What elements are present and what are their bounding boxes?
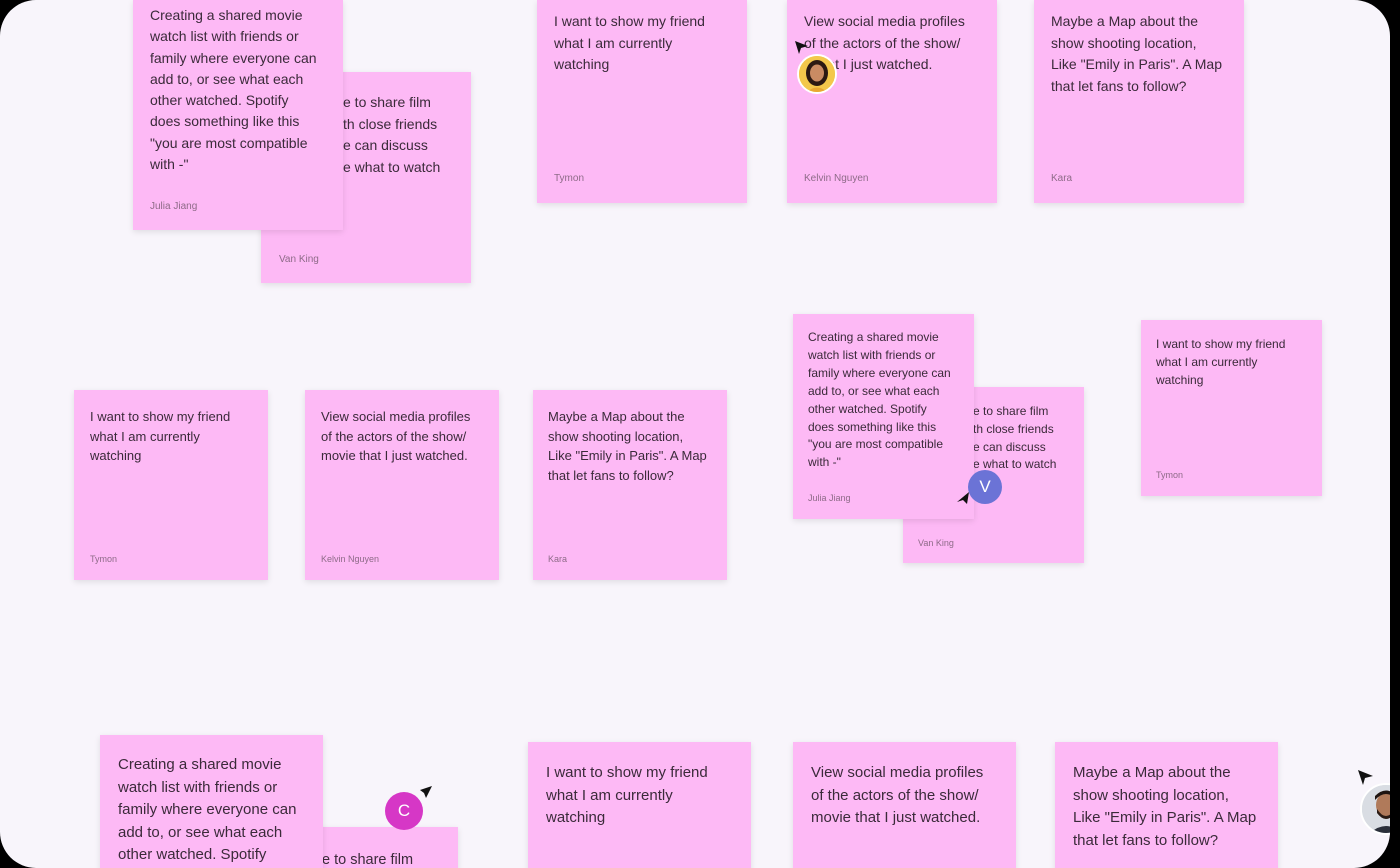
note-text: e to share film th close friends e can d… [973, 404, 1057, 472]
note-author: Kara [548, 554, 568, 564]
note-text: e to share film [322, 852, 414, 868]
note-text: e to share film th close friends e can d… [343, 94, 441, 175]
note-author: Tymon [1156, 470, 1184, 480]
sticky-note-map-location[interactable]: Maybe a Map about the show shooting loca… [533, 390, 727, 580]
note-text: I want to show my friend what I am curre… [90, 409, 231, 463]
note-text: Maybe a Map about the show shooting loca… [1051, 13, 1223, 94]
sticky-note-show-friend[interactable]: I want to show my friend what I am curre… [1141, 320, 1322, 496]
collaborator-avatar-woman [797, 54, 837, 94]
note-author: Van King [918, 538, 954, 548]
sticky-note-map-location[interactable]: Maybe a Map about the show shooting loca… [1055, 742, 1278, 868]
sticky-note-show-friend[interactable]: I want to show my friend what I am curre… [528, 742, 751, 868]
sticky-note-social-profiles[interactable]: View social media profiles of the actors… [793, 742, 1016, 868]
note-text: I want to show my friend what I am curre… [554, 13, 705, 72]
note-text: I want to show my friend what I am curre… [546, 764, 708, 826]
collaborator-avatar-man [1360, 783, 1390, 835]
note-author: Tymon [90, 554, 118, 564]
note-author: Julia Jiang [808, 493, 851, 503]
collaborator-badge-v: V [968, 470, 1002, 504]
sticky-note-share-film[interactable]: e to share film [300, 827, 458, 868]
note-text: Creating a shared movie watch list with … [808, 330, 951, 470]
sticky-note-social-profiles[interactable]: View social media profiles of the actors… [305, 390, 499, 580]
note-text: View social media profiles of the actors… [321, 409, 471, 463]
note-author: Kara [1051, 173, 1073, 184]
note-text: Creating a shared movie watch list with … [150, 7, 317, 173]
sticky-note-map-location[interactable]: Maybe a Map about the show shooting loca… [1034, 0, 1244, 203]
note-text: I want to show my friend what I am curre… [1156, 337, 1286, 387]
note-text: Maybe a Map about the show shooting loca… [548, 409, 707, 483]
note-author: Van King [279, 254, 319, 265]
note-text: Creating a shared movie watch list with … [118, 756, 297, 864]
sticky-note-show-friend[interactable]: I want to show my friend what I am curre… [74, 390, 268, 580]
note-author: Julia Jiang [150, 201, 198, 212]
note-text: View social media profiles of the actors… [811, 764, 984, 826]
sticky-note-social-profiles[interactable]: View social media profiles of the actors… [787, 0, 997, 203]
note-author: Kelvin Nguyen [321, 554, 380, 564]
note-text: Maybe a Map about the show shooting loca… [1073, 764, 1257, 849]
sticky-note-shared-list[interactable]: Creating a shared movie watch list with … [100, 735, 323, 868]
sticky-note-shared-list[interactable]: Creating a shared movie watch list with … [793, 314, 974, 519]
sticky-note-shared-list[interactable]: Creating a shared movie watch list with … [133, 0, 343, 230]
collaborator-badge-c: C [385, 792, 423, 830]
note-author: Kelvin Nguyen [804, 173, 869, 184]
note-author: Tymon [554, 173, 585, 184]
whiteboard-canvas[interactable]: e to share film th close friends e can d… [0, 0, 1390, 868]
sticky-note-show-friend[interactable]: I want to show my friend what I am curre… [537, 0, 747, 203]
